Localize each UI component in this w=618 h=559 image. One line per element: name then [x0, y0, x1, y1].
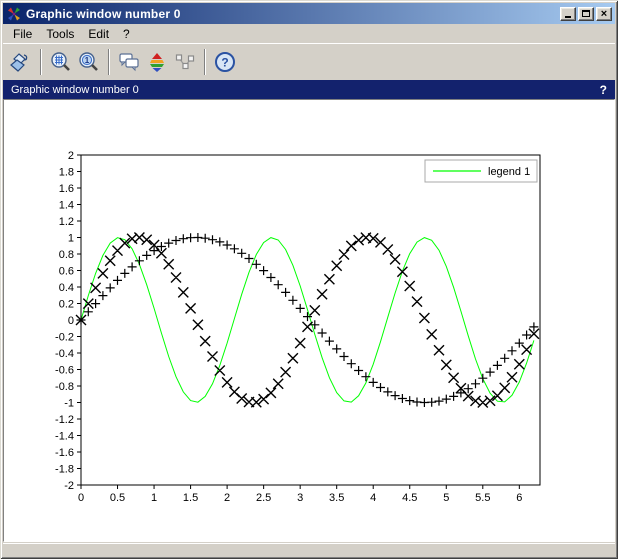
svg-text:1.6: 1.6 [59, 183, 74, 195]
maximize-icon [582, 10, 590, 17]
plot-canvas[interactable]: 00.511.522.533.544.555.5621.81.61.41.210… [3, 99, 615, 542]
info-help-icon: ? [600, 83, 607, 97]
svg-text:4.5: 4.5 [402, 492, 417, 504]
svg-text:0: 0 [68, 315, 74, 327]
graphic-window: Graphic window number 0 × File Tools Edi… [0, 0, 618, 559]
ged-dialog-button[interactable] [115, 48, 143, 76]
status-strip [3, 543, 615, 556]
svg-text:1.5: 1.5 [183, 492, 198, 504]
minimize-icon [565, 16, 571, 18]
scilab-colormap-button[interactable] [143, 48, 171, 76]
title-bar[interactable]: Graphic window number 0 × [3, 3, 615, 24]
svg-text:-2: -2 [64, 480, 74, 492]
window-title: Graphic window number 0 [26, 7, 554, 21]
svg-text:5: 5 [443, 492, 449, 504]
original-view-button[interactable]: 1 [75, 48, 103, 76]
svg-text:2.5: 2.5 [256, 492, 271, 504]
svg-text:-0.8: -0.8 [55, 381, 74, 393]
svg-text:3.5: 3.5 [329, 492, 344, 504]
close-icon: × [601, 9, 607, 19]
series-sin-x- [77, 233, 539, 407]
menu-file[interactable]: File [7, 25, 38, 43]
original-view-icon: 1 [77, 50, 101, 74]
close-button[interactable]: × [596, 7, 612, 21]
zoom-area-icon [49, 50, 73, 74]
figure-title: Graphic window number 0 [11, 84, 139, 96]
rotate-button[interactable] [7, 48, 35, 76]
svg-text:1: 1 [68, 233, 74, 245]
svg-text:0.6: 0.6 [59, 266, 74, 278]
svg-text:-0.2: -0.2 [55, 332, 74, 344]
svg-text:6: 6 [516, 492, 522, 504]
menu-help[interactable]: ? [117, 25, 136, 43]
help-icon: ? [213, 50, 237, 74]
speech-bubbles-icon [117, 50, 141, 74]
svg-text:0: 0 [78, 492, 84, 504]
datatips-button[interactable] [171, 48, 199, 76]
svg-text:-1.8: -1.8 [55, 464, 74, 476]
y-axis: 2 1.8 1.6 1.4 1.2 1 0.8 0.6 0.4 0.2 0 -0.2 -0.4 -0.6 -… [55, 150, 81, 492]
minimize-button[interactable] [560, 7, 576, 21]
menu-tools[interactable]: Tools [40, 25, 80, 43]
rotate-icon [9, 50, 33, 74]
toolbar: 1 [3, 43, 615, 80]
svg-text:1.4: 1.4 [59, 200, 74, 212]
help-button[interactable]: ? [211, 48, 239, 76]
svg-text:1: 1 [151, 492, 157, 504]
svg-text:2: 2 [68, 150, 74, 162]
svg-text:1: 1 [85, 56, 90, 65]
chart: 00.511.522.533.544.555.5621.81.61.41.210… [4, 100, 612, 540]
svg-text:-1.4: -1.4 [55, 431, 74, 443]
svg-text:-0.4: -0.4 [55, 348, 74, 360]
svg-text:0.4: 0.4 [59, 282, 74, 294]
datatips-icon [173, 50, 197, 74]
scilab-app-icon [6, 6, 22, 22]
svg-text:1.2: 1.2 [59, 216, 74, 228]
svg-text:2: 2 [224, 492, 230, 504]
svg-text:0.5: 0.5 [110, 492, 125, 504]
svg-text:4: 4 [370, 492, 376, 504]
svg-text:?: ? [221, 56, 228, 70]
svg-text:-1.6: -1.6 [55, 447, 74, 459]
legend-label: legend 1 [488, 166, 530, 178]
menu-edit[interactable]: Edit [82, 25, 115, 43]
toolbar-separator [204, 49, 206, 75]
svg-text:5.5: 5.5 [475, 492, 490, 504]
figure-info-bar: Graphic window number 0 ? [3, 80, 615, 99]
svg-text:0.8: 0.8 [59, 249, 74, 261]
svg-text:0.2: 0.2 [59, 299, 74, 311]
toolbar-separator [108, 49, 110, 75]
svg-text:-1: -1 [64, 398, 74, 410]
window-controls: × [558, 7, 612, 21]
menu-bar: File Tools Edit ? [3, 24, 615, 43]
maximize-button[interactable] [578, 7, 594, 21]
toolbar-separator [40, 49, 42, 75]
svg-text:-0.6: -0.6 [55, 365, 74, 377]
svg-text:3: 3 [297, 492, 303, 504]
zoom-area-button[interactable] [47, 48, 75, 76]
svg-text:-1.2: -1.2 [55, 414, 74, 426]
legend: legend 1 [425, 160, 537, 182]
svg-text:1.8: 1.8 [59, 167, 74, 179]
scilab-colormap-icon [145, 50, 169, 74]
x-axis: 0 0.5 1 1.5 2 2.5 3 3.5 4 4.5 5 5.5 6 [78, 485, 522, 504]
